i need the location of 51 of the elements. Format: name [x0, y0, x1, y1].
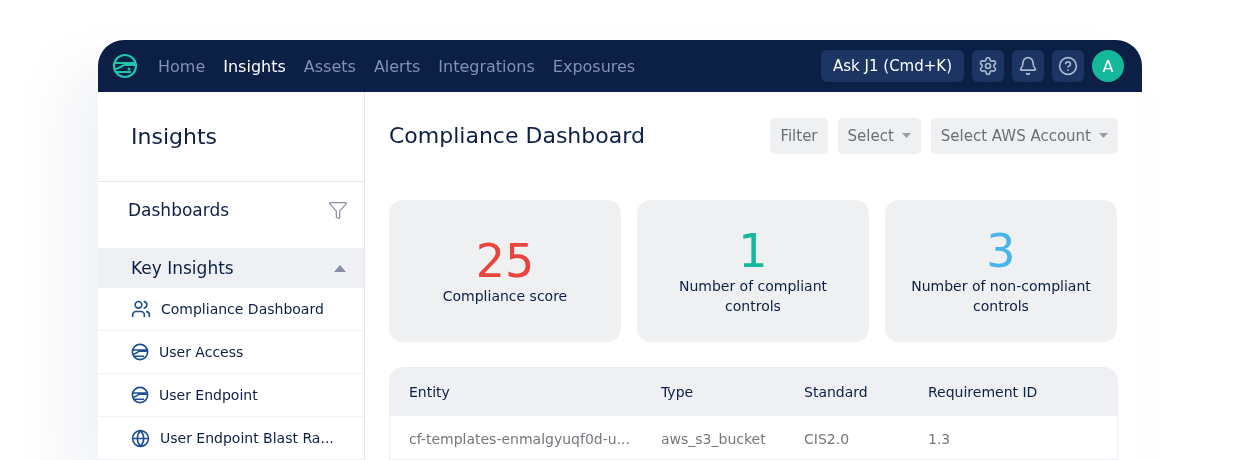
sidebar-item-label: User Access — [159, 344, 244, 360]
nav-tab[interactable]: Home — [158, 56, 206, 76]
table-cell-text: cf-templates-enmalgyuqf0d-u... — [409, 430, 631, 447]
table-cell-text: 1.3 — [928, 430, 952, 447]
notifications-button[interactable] — [1012, 50, 1044, 82]
group-label: Key Insights — [131, 258, 234, 278]
table-cell-text: aws_s3_bucket — [661, 430, 767, 447]
sidebar-item[interactable]: User Endpoint — [98, 374, 364, 417]
sidebar-title: Insights — [98, 92, 364, 182]
nav-tab[interactable]: Alerts — [373, 56, 421, 76]
stat-label: Number of non-compliant controls — [911, 276, 1091, 316]
stat-value: 1 — [738, 225, 768, 276]
sidebar-item[interactable]: User Access — [98, 331, 364, 374]
nav-tab[interactable]: Integrations — [438, 56, 535, 76]
filter-icon[interactable] — [328, 200, 348, 220]
sidebar-item[interactable]: Compliance Dashboard — [98, 288, 364, 331]
striped-globe-icon — [131, 386, 149, 404]
table-cell-text: CIS2.0 — [804, 430, 851, 447]
column-header: Entity — [409, 383, 451, 400]
logo-icon — [112, 53, 138, 79]
help-icon — [1058, 56, 1078, 76]
globe-icon — [131, 428, 150, 448]
bell-icon — [1018, 56, 1038, 76]
column-header: Standard — [804, 383, 869, 400]
help-button[interactable] — [1052, 50, 1084, 82]
stat-value: 25 — [475, 235, 535, 286]
column-header: Type — [661, 383, 695, 400]
sidebar-item-label: User Endpoint — [159, 387, 258, 403]
sidebar-item[interactable]: User Endpoint Blast Ra... — [98, 417, 364, 460]
select-dropdown[interactable]: Select AWS Account — [930, 117, 1118, 154]
settings-icon — [978, 56, 998, 76]
settings-button[interactable] — [972, 50, 1004, 82]
striped-globe-icon — [131, 343, 149, 361]
nav-tab[interactable]: Assets — [303, 56, 356, 76]
stat-label: Compliance score — [441, 286, 569, 306]
column-header: Requirement ID — [928, 383, 1039, 400]
filter-button[interactable]: Filter — [770, 117, 828, 154]
caret-icon — [901, 133, 911, 139]
page-title: Compliance Dashboard — [389, 123, 645, 149]
section-heading: Dashboards — [128, 200, 230, 220]
stat-label: Number of compliant controls — [677, 276, 829, 316]
group-header[interactable]: Key Insights — [98, 248, 364, 288]
sidebar-item-label: Compliance Dashboard — [161, 301, 324, 317]
ask-button[interactable]: Ask J1 (Cmd+K) — [821, 50, 964, 82]
users-icon — [131, 299, 151, 319]
stat-value: 3 — [986, 225, 1016, 276]
nav-tab[interactable]: Exposures — [552, 56, 636, 76]
nav-tab[interactable]: Insights — [223, 56, 286, 76]
select-dropdown[interactable]: Select — [837, 117, 921, 154]
sidebar-item-label: User Endpoint Blast Ra... — [160, 430, 334, 446]
caret-icon — [1099, 133, 1108, 139]
